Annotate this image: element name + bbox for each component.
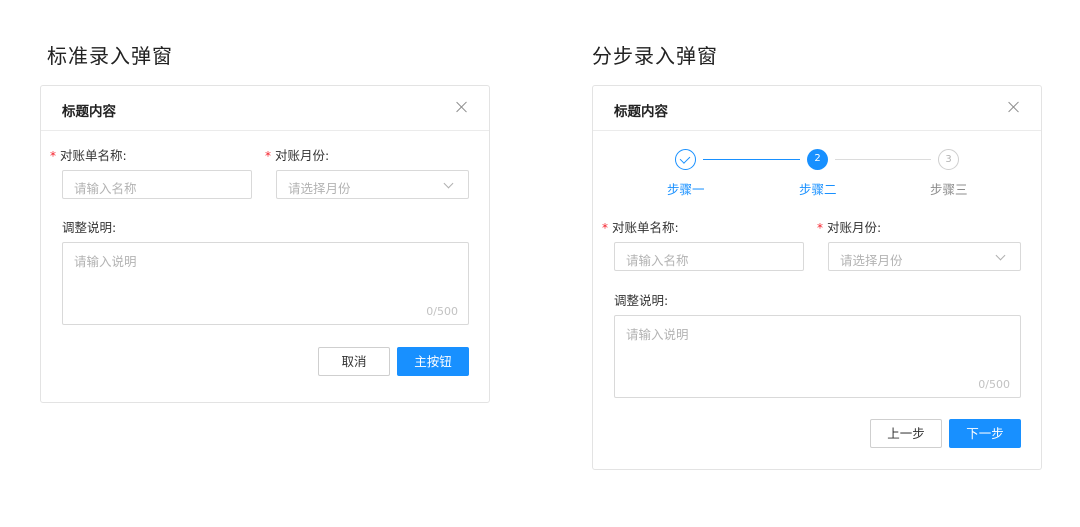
note-textarea[interactable]: 请输入说明 0/500 [614,315,1021,398]
check-icon [679,153,691,164]
dialog-title: 标题内容 [62,104,116,120]
standard-entry-dialog: 标题内容 * 对账单名称: 请输入名称 * 对账月份: 请选择月份 调整说明: 请输… [40,85,490,403]
step-3-label: 步骤三 [930,182,968,197]
stepped-dialog-section-title: 分步录入弹窗 [592,44,718,68]
char-counter: 0/500 [978,378,1010,391]
note-textarea-placeholder: 请输入说明 [74,254,137,269]
chevron-down-icon [995,250,1006,261]
step-1-indicator [675,149,696,170]
prev-step-button[interactable]: 上一步 [870,419,942,448]
char-counter: 0/500 [426,305,458,318]
note-field-label: 调整说明: [614,293,669,308]
month-select[interactable]: 请选择月份 [828,242,1021,271]
name-label-text: 对账单名称: [60,148,127,163]
step-connector [835,159,931,160]
cancel-button[interactable]: 取消 [318,347,390,376]
dialog-title: 标题内容 [614,104,668,120]
month-label-text: 对账月份: [827,220,882,235]
name-input[interactable]: 请输入名称 [62,170,252,199]
step-connector [703,159,800,160]
step-2-label: 步骤二 [799,182,837,197]
close-icon[interactable] [1007,100,1021,114]
stepped-entry-dialog: 标题内容 2 3 步骤一 步骤二 步骤三 * 对账单名称: 请输入名称 * 对账月份… [592,85,1042,470]
note-textarea-placeholder: 请输入说明 [626,327,689,342]
standard-dialog-section-title: 标准录入弹窗 [47,44,173,68]
month-field-label: * 对账月份: [817,217,881,236]
primary-button[interactable]: 主按钮 [397,347,469,376]
chevron-down-icon [443,178,454,189]
note-field-label: 调整说明: [62,220,117,235]
dialog-header: 标题内容 [41,86,489,131]
dialog-header: 标题内容 [593,86,1041,131]
name-input-placeholder: 请输入名称 [74,181,137,196]
required-mark: * [817,221,823,235]
required-mark: * [265,149,271,163]
month-select-placeholder: 请选择月份 [288,181,351,196]
month-field-label: * 对账月份: [265,145,329,164]
month-select[interactable]: 请选择月份 [276,170,469,199]
name-input-placeholder: 请输入名称 [626,253,689,268]
name-field-label: * 对账单名称: [602,217,679,236]
step-3-indicator: 3 [938,149,959,170]
step-number: 3 [945,154,952,165]
step-number: 2 [814,153,821,164]
note-textarea[interactable]: 请输入说明 0/500 [62,242,469,325]
step-1-label: 步骤一 [667,182,705,197]
step-2-indicator: 2 [807,149,828,170]
month-label-text: 对账月份: [275,148,330,163]
name-field-label: * 对账单名称: [50,145,127,164]
required-mark: * [50,149,56,163]
required-mark: * [602,221,608,235]
name-input[interactable]: 请输入名称 [614,242,804,271]
name-label-text: 对账单名称: [612,220,679,235]
month-select-placeholder: 请选择月份 [840,253,903,268]
close-icon[interactable] [455,100,469,114]
next-step-button[interactable]: 下一步 [949,419,1021,448]
